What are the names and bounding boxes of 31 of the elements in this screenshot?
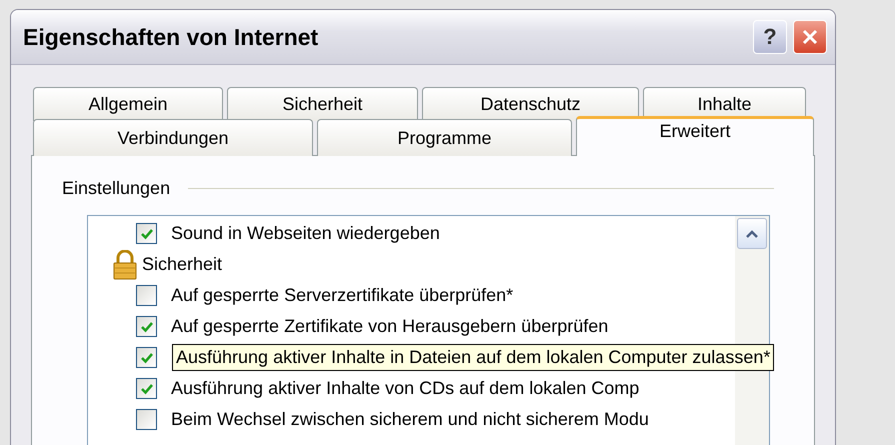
close-button[interactable] <box>793 20 827 54</box>
category-label: Sicherheit <box>142 254 222 275</box>
tooltip: Ausführung aktiver Inhalte in Dateien auf dem lokalen Computer zulassen* <box>172 344 774 371</box>
checkbox[interactable] <box>136 378 157 399</box>
check-icon <box>140 226 154 240</box>
setting-label: Beim Wechsel zwischen sicherem und nicht sicherem Modu <box>171 409 649 430</box>
setting-label: Auf gesperrte Zertifikate von Herausgebern überprüfen <box>171 316 608 337</box>
tab[interactable]: Allgemein <box>33 87 223 121</box>
checkbox[interactable] <box>136 409 157 430</box>
setting-label: Sound in Webseiten wiedergeben <box>171 223 440 244</box>
tab[interactable]: Erweitert <box>576 116 814 156</box>
tab[interactable]: Verbindungen <box>33 119 313 156</box>
help-button[interactable]: ? <box>753 20 787 54</box>
setting-label: Ausführung aktiver Inhalte von CDs auf dem lokalen Comp <box>171 378 640 399</box>
checkbox[interactable] <box>136 223 157 244</box>
close-icon <box>801 28 819 46</box>
scroll-up-button[interactable] <box>737 218 767 249</box>
tab[interactable]: Datenschutz <box>422 87 639 121</box>
tab[interactable]: Sicherheit <box>227 87 418 121</box>
checkbox[interactable] <box>136 316 157 337</box>
check-icon <box>140 350 154 364</box>
checkbox[interactable] <box>136 347 157 368</box>
window-title: Eigenschaften von Internet <box>23 24 320 50</box>
padlock-icon <box>112 250 138 280</box>
caret-up-icon <box>745 228 759 238</box>
checkbox[interactable] <box>136 285 157 306</box>
setting-label: Auf gesperrte Serverzertifikate überprüfen* <box>171 285 514 306</box>
group-title: Einstellungen <box>62 178 170 199</box>
tab[interactable]: Programme <box>317 119 572 156</box>
check-icon <box>140 320 154 334</box>
check-icon <box>140 382 154 396</box>
